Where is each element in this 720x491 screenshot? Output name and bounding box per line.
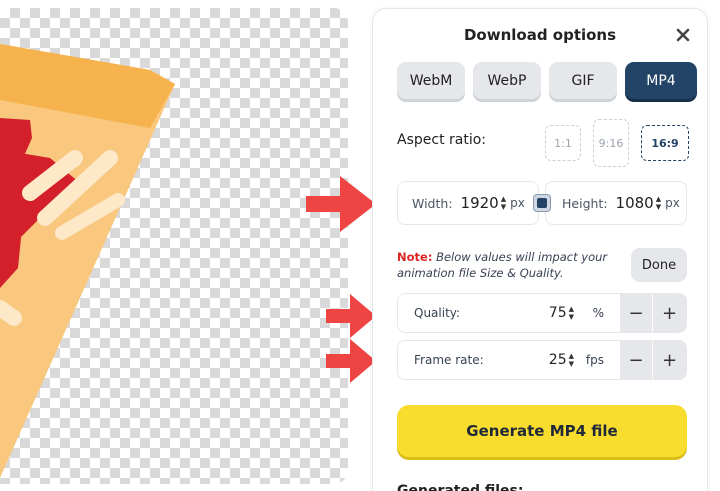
red-arrow-icon xyxy=(306,176,376,232)
note-text: Note: Below values will impact your anim… xyxy=(397,249,622,281)
height-value[interactable]: 1080 xyxy=(616,194,654,212)
frame-rate-setting: Frame rate: 25 ▲ ▼ fps − + xyxy=(397,340,687,380)
lock-aspect-icon[interactable] xyxy=(533,194,551,212)
frame-rate-label: Frame rate: xyxy=(414,353,484,367)
quality-decrease-button[interactable]: − xyxy=(620,294,653,332)
format-webm-button[interactable]: WebM xyxy=(397,62,465,99)
frame-rate-decrease-button[interactable]: − xyxy=(620,341,653,379)
aspect-16-9-button[interactable]: 16:9 xyxy=(641,125,689,161)
frame-rate-spinner[interactable]: ▲ ▼ xyxy=(569,352,574,368)
done-button[interactable]: Done xyxy=(631,248,687,282)
quality-value[interactable]: 75 ▲ ▼ xyxy=(549,305,574,321)
height-spinner[interactable]: ▲ ▼ xyxy=(656,195,661,211)
quality-increase-button[interactable]: + xyxy=(653,294,686,332)
width-unit: px xyxy=(510,196,525,210)
frame-rate-stepper: − + xyxy=(620,341,686,379)
width-label: Width: xyxy=(412,195,453,211)
frame-rate-unit: fps xyxy=(585,353,604,367)
width-spinner[interactable]: ▲ ▼ xyxy=(501,195,506,211)
aspect-ratio-label: Aspect ratio: xyxy=(397,132,487,148)
download-options-panel: Download options WebM WebP GIF MP4 Aspec… xyxy=(372,8,708,491)
canvas-preview xyxy=(0,8,348,484)
aspect-9-16-button[interactable]: 9:16 xyxy=(593,119,629,167)
quality-setting: Quality: 75 ▲ ▼ % − + xyxy=(397,293,687,333)
aspect-ratio-options: 1:1 9:16 16:9 xyxy=(545,119,689,167)
quality-unit: % xyxy=(592,306,604,320)
note-prefix: Note: xyxy=(397,250,433,264)
height-label: Height: xyxy=(562,195,608,211)
aspect-1-1-button[interactable]: 1:1 xyxy=(545,125,581,161)
generated-files-heading: Generated files: xyxy=(397,483,524,491)
format-mp4-button[interactable]: MP4 xyxy=(625,62,697,99)
red-arrow-icon xyxy=(326,339,376,383)
quality-spinner[interactable]: ▲ ▼ xyxy=(569,305,574,321)
format-selector: WebM WebP GIF MP4 xyxy=(397,62,697,99)
panel-title: Download options xyxy=(463,26,617,44)
format-webp-button[interactable]: WebP xyxy=(473,62,541,99)
generate-file-button[interactable]: Generate MP4 file xyxy=(397,405,687,457)
quality-label: Quality: xyxy=(414,306,461,320)
frame-rate-value[interactable]: 25 ▲ ▼ xyxy=(549,352,574,368)
width-value[interactable]: 1920 xyxy=(461,194,499,212)
width-field[interactable]: Width: 1920 ▲ ▼ px xyxy=(397,181,539,225)
close-icon[interactable] xyxy=(675,27,691,43)
frame-rate-increase-button[interactable]: + xyxy=(653,341,686,379)
pizza-illustration xyxy=(0,44,175,478)
height-unit: px xyxy=(665,196,680,210)
height-field[interactable]: Height: 1080 ▲ ▼ px xyxy=(545,181,687,225)
format-gif-button[interactable]: GIF xyxy=(549,62,617,99)
quality-stepper: − + xyxy=(620,294,686,332)
red-arrow-icon xyxy=(326,294,376,338)
